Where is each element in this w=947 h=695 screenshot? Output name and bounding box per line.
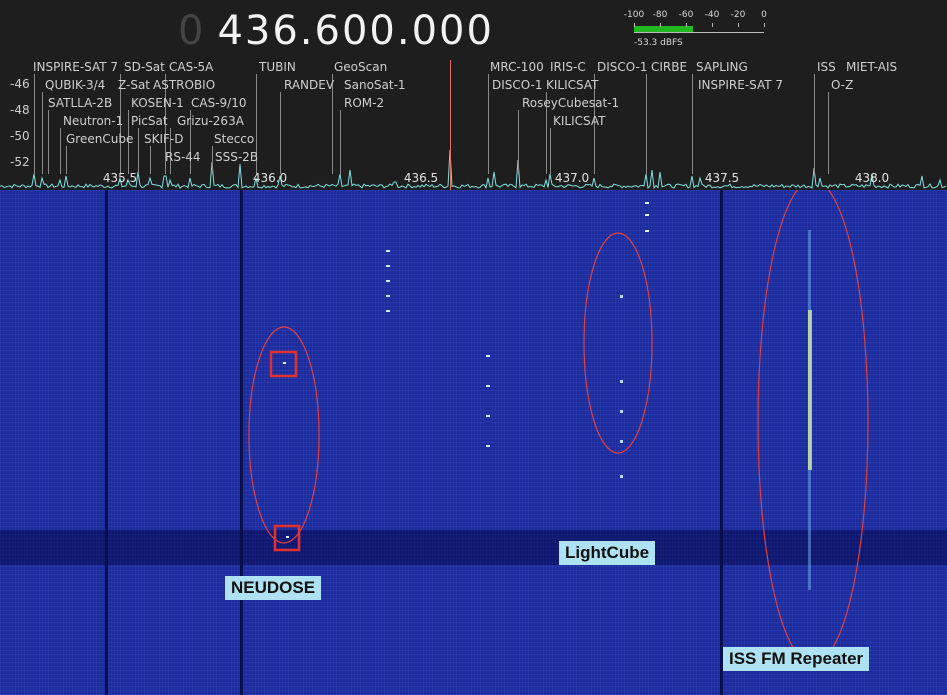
satellite-label[interactable]: RANDEV — [284, 78, 334, 92]
signal-burst — [486, 445, 490, 447]
satellite-marker-line — [34, 74, 35, 174]
spectrum-trace — [0, 149, 947, 190]
satellite-label[interactable]: INSPIRE-SAT 7 — [698, 78, 783, 92]
satellite-marker-line — [692, 74, 693, 174]
satellite-marker-line — [340, 110, 341, 174]
satellite-label[interactable]: GreenCube — [66, 132, 133, 146]
satellite-label[interactable]: ASTROBIO — [153, 78, 215, 92]
signal-burst — [645, 230, 649, 232]
callout-lightcube: LightCube — [559, 541, 656, 565]
satellite-label[interactable]: SAPLING — [696, 60, 748, 74]
signal-burst — [645, 214, 649, 216]
frequency-axis-label: 437.0 — [554, 171, 590, 185]
satellite-label[interactable]: Z-Sat — [118, 78, 150, 92]
signal-burst — [283, 362, 286, 364]
satellite-label[interactable]: KILICSAT — [546, 78, 598, 92]
signal-burst — [486, 385, 490, 387]
frequency-axis-label: 438.0 — [854, 171, 890, 185]
satellite-label[interactable]: ISS — [817, 60, 836, 74]
satellite-label[interactable]: MRC-100 — [490, 60, 544, 74]
callout-iss-repeater: ISS FM Repeater — [723, 647, 870, 671]
satellite-marker-line — [42, 92, 43, 174]
satellite-label[interactable]: RoseyCubesat-1 — [522, 96, 619, 110]
signal-burst — [620, 440, 623, 443]
satellite-label[interactable]: Neutron-1 — [63, 114, 123, 128]
satellite-label[interactable]: SD-Sat — [124, 60, 165, 74]
satellite-marker-line — [138, 128, 139, 174]
frequency-axis-label: 436.5 — [403, 171, 439, 185]
satellite-label[interactable]: KOSEN-1 — [131, 96, 184, 110]
frequency-axis-label: 437.5 — [704, 171, 740, 185]
satellite-marker-line — [66, 146, 67, 174]
satellite-label[interactable]: ROM-2 — [344, 96, 384, 110]
satellite-marker-line — [150, 146, 151, 174]
signal-burst — [620, 380, 623, 383]
satellite-label[interactable]: DISCO-1 — [597, 60, 648, 74]
satellite-label[interactable]: O-Z — [831, 78, 853, 92]
satellite-label[interactable]: CAS-9/10 — [191, 96, 246, 110]
satellite-label[interactable]: RS-44 — [165, 150, 201, 164]
signal-burst — [386, 280, 390, 282]
signal-burst — [386, 265, 390, 267]
frequency-axis-label: 436.0 — [252, 171, 288, 185]
waterfall-annotations — [248, 190, 869, 665]
signal-burst — [386, 310, 390, 312]
satellite-label[interactable]: SKIF-D — [144, 132, 184, 146]
iss-repeater-ellipse — [757, 190, 869, 665]
satellite-label[interactable]: Stecco — [214, 132, 254, 146]
waterfall-display[interactable]: NEUDOSE LightCube ISS FM Repeater — [0, 190, 947, 695]
spectrum-panel[interactable]: 0 436.600.000 -100 -80 -60 -40 -20 0 -53.… — [0, 0, 947, 190]
satellite-marker-line — [280, 92, 281, 174]
satellite-marker-line — [488, 74, 489, 174]
satellite-label[interactable]: SanoSat-1 — [344, 78, 406, 92]
satellite-label[interactable]: CIRBE — [651, 60, 687, 74]
satellite-marker-line — [212, 146, 213, 174]
tuning-center-marker[interactable] — [450, 60, 451, 190]
neudose-ellipse — [248, 326, 320, 544]
satellite-label[interactable]: INSPIRE-SAT 7 — [33, 60, 118, 74]
signal-burst — [486, 355, 490, 357]
signal-trace — [808, 310, 812, 470]
satellite-label[interactable]: TUBIN — [259, 60, 296, 74]
signal-burst — [620, 475, 623, 478]
satellite-label[interactable]: CAS-5A — [169, 60, 213, 74]
frequency-axis-label: 435.5 — [102, 171, 138, 185]
satellite-label[interactable]: PicSat — [131, 114, 168, 128]
satellite-label[interactable]: IRIS-C — [550, 60, 586, 74]
satellite-marker-line — [60, 128, 61, 174]
satellite-marker-line — [814, 74, 815, 174]
signal-burst — [620, 410, 623, 413]
satellite-label[interactable]: SSS-2B — [215, 150, 258, 164]
satellite-label[interactable]: SATLLA-2B — [48, 96, 112, 110]
signal-burst — [386, 295, 390, 297]
satellite-label[interactable]: GeoScan — [334, 60, 387, 74]
callout-neudose: NEUDOSE — [225, 576, 322, 600]
lightcube-ellipse — [583, 232, 653, 454]
signal-burst — [386, 250, 390, 252]
satellite-label[interactable]: QUBIK-3/4 — [45, 78, 105, 92]
satellite-label[interactable]: DISCO-1 — [492, 78, 543, 92]
signal-burst — [286, 536, 289, 538]
satellite-label[interactable]: MIET-AIS — [846, 60, 897, 74]
satellite-marker-line — [550, 128, 551, 174]
signal-burst — [620, 295, 623, 298]
signal-burst — [645, 202, 649, 204]
satellite-marker-line — [646, 74, 647, 174]
satellite-marker-line — [48, 110, 49, 174]
satellite-marker-line — [518, 110, 519, 174]
signal-burst — [486, 415, 490, 417]
satellite-label[interactable]: Grizu-263A — [177, 114, 244, 128]
satellite-label[interactable]: KILICSAT — [553, 114, 605, 128]
satellite-marker-line — [828, 92, 829, 174]
